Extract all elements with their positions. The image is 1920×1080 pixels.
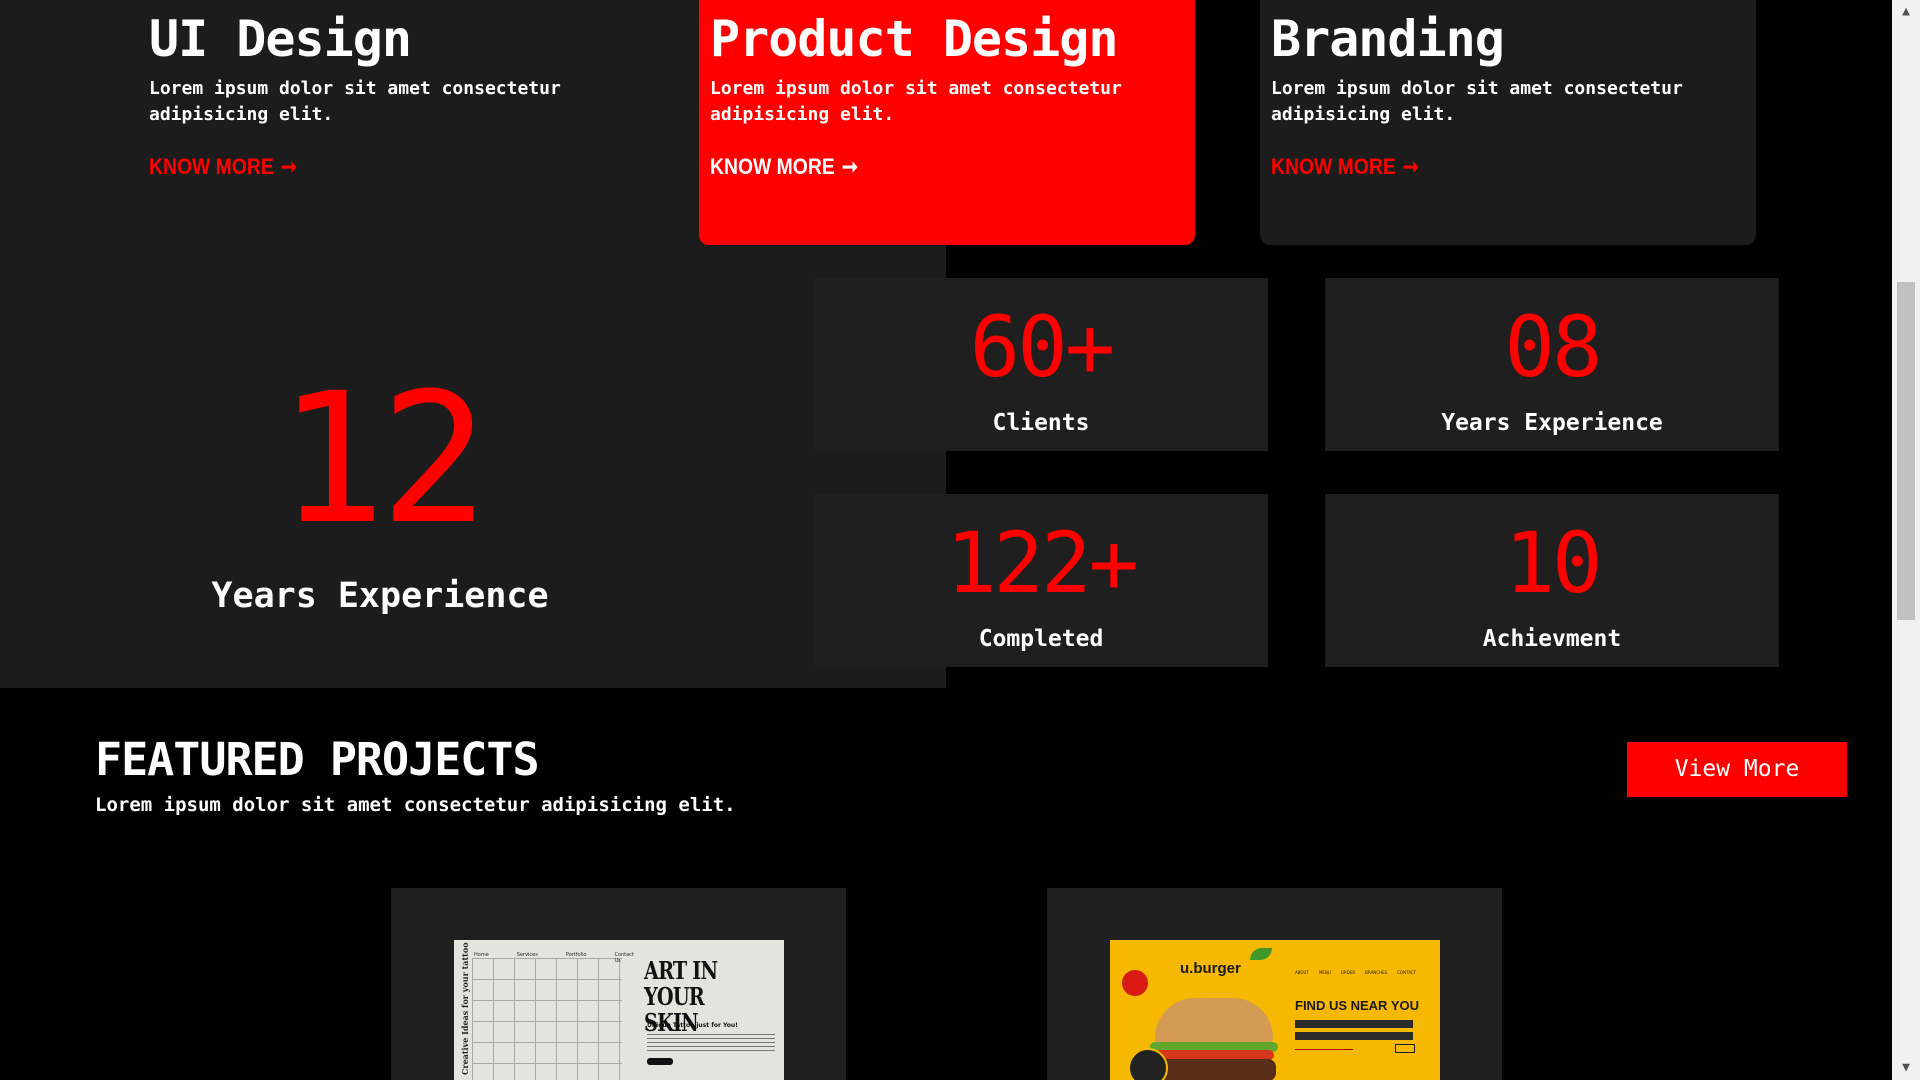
stat-years-experience: 08 Years Experience [1325, 278, 1779, 451]
stat-number: 60+ [969, 298, 1116, 396]
thumb-nav: Home Services Portfolio Contact Us [474, 952, 634, 964]
service-title: Product Design [710, 10, 1118, 68]
arrow-right-icon: ➞ [280, 154, 298, 179]
stat-completed: 122+ Completed [814, 494, 1268, 667]
thumb-body-text [647, 1034, 775, 1054]
burger-bun-image [1155, 998, 1273, 1046]
stat-clients: 60+ Clients [814, 278, 1268, 451]
service-card-branding[interactable]: Branding Lorem ipsum dolor sit amet cons… [1260, 0, 1756, 245]
leaf-image [1250, 948, 1272, 960]
stat-number: 10 [1504, 514, 1602, 612]
service-card-ui-design[interactable]: UI Design Lorem ipsum dolor sit amet con… [138, 0, 634, 245]
cherry-tomato-image [1122, 970, 1148, 996]
service-description: Lorem ipsum dolor sit amet consectetur a… [1271, 78, 1683, 125]
thumb-nav-item: Services [516, 952, 538, 958]
arrow-right-icon: ➞ [1402, 154, 1420, 179]
thumb-menu: ABOUT MENU ORDER BRANCHES CONTACT [1295, 970, 1416, 975]
know-more-label: KNOW MORE [149, 154, 274, 179]
thumb-nav-item: Portfolio [565, 952, 587, 958]
thumb-zip-field [1295, 1032, 1413, 1040]
featured-title: FEATURED PROJECTS [95, 733, 540, 786]
delivery-badge [1128, 1048, 1168, 1080]
know-more-link[interactable]: KNOW MORE ➞ [1271, 153, 1419, 181]
stat-number: 08 [1504, 298, 1602, 396]
experience-number: 12 [277, 355, 489, 564]
thumb-menu-item: MENU [1318, 970, 1331, 975]
know-more-label: KNOW MORE [1271, 154, 1396, 179]
thumb-menu-item: CONTACT [1397, 970, 1417, 975]
service-title: UI Design [149, 10, 412, 68]
thumb-menu-item: BRANCHES [1365, 970, 1388, 975]
burger-patty-image [1152, 1059, 1276, 1080]
project-card-tattoo[interactable]: Home Services Portfolio Contact Us Creat… [391, 888, 846, 1080]
know-more-label: KNOW MORE [710, 154, 835, 179]
know-more-link[interactable]: KNOW MORE ➞ [149, 153, 297, 181]
project-thumbnail[interactable]: u.burger ABOUT MENU ORDER BRANCHES CONTA… [1110, 940, 1440, 1080]
thumb-nav-item: Home [474, 952, 489, 958]
project-card-burger[interactable]: u.burger ABOUT MENU ORDER BRANCHES CONTA… [1047, 888, 1502, 1080]
experience-label: Years Experience [211, 576, 549, 616]
vertical-scrollbar[interactable]: ▲ ▼ [1892, 0, 1920, 1080]
project-thumbnail[interactable]: Home Services Portfolio Contact Us Creat… [454, 940, 784, 1080]
stat-label: Achievment [1482, 626, 1622, 652]
know-more-link[interactable]: KNOW MORE ➞ [710, 153, 858, 181]
thumb-side-text: Creative Ideas for your tattoo [460, 942, 470, 1075]
thumb-logo: u.burger [1180, 960, 1241, 977]
thumb-menu-item: ABOUT [1295, 970, 1309, 975]
thumb-country-field [1295, 1020, 1413, 1028]
featured-subtitle: Lorem ipsum dolor sit amet consectetur a… [95, 794, 736, 816]
thumb-menu-item: ORDER [1340, 970, 1356, 975]
service-card-product-design[interactable]: Product Design Lorem ipsum dolor sit ame… [699, 0, 1195, 245]
stat-label: Completed [978, 626, 1104, 652]
service-description: Lorem ipsum dolor sit amet consectetur a… [149, 78, 561, 125]
page: 12 Years Experience UI Design Lorem ipsu… [0, 0, 1892, 1080]
scroll-down-icon[interactable]: ▼ [1892, 1056, 1920, 1080]
stat-achievement: 10 Achievment [1325, 494, 1779, 667]
thumb-button [647, 1058, 673, 1065]
thumb-order-link [1295, 1046, 1353, 1050]
stat-number: 122+ [945, 514, 1139, 612]
arrow-right-icon: ➞ [841, 154, 859, 179]
thumb-tagline: Unique Tattoo just for You! [647, 1022, 738, 1029]
scroll-up-icon[interactable]: ▲ [1892, 0, 1920, 24]
thumb-find-button [1395, 1044, 1415, 1053]
view-more-button[interactable]: View More [1627, 742, 1847, 797]
thumb-headline: FIND US NEAR YOU [1295, 998, 1419, 1013]
stat-label: Years Experience [1441, 410, 1663, 436]
stat-label: Clients [992, 410, 1090, 436]
service-title: Branding [1271, 10, 1505, 68]
sketch-grid [472, 958, 622, 1080]
scrollbar-thumb[interactable] [1897, 282, 1915, 620]
thumb-nav-item: Contact Us [614, 952, 634, 964]
service-description: Lorem ipsum dolor sit amet consectetur a… [710, 78, 1122, 125]
